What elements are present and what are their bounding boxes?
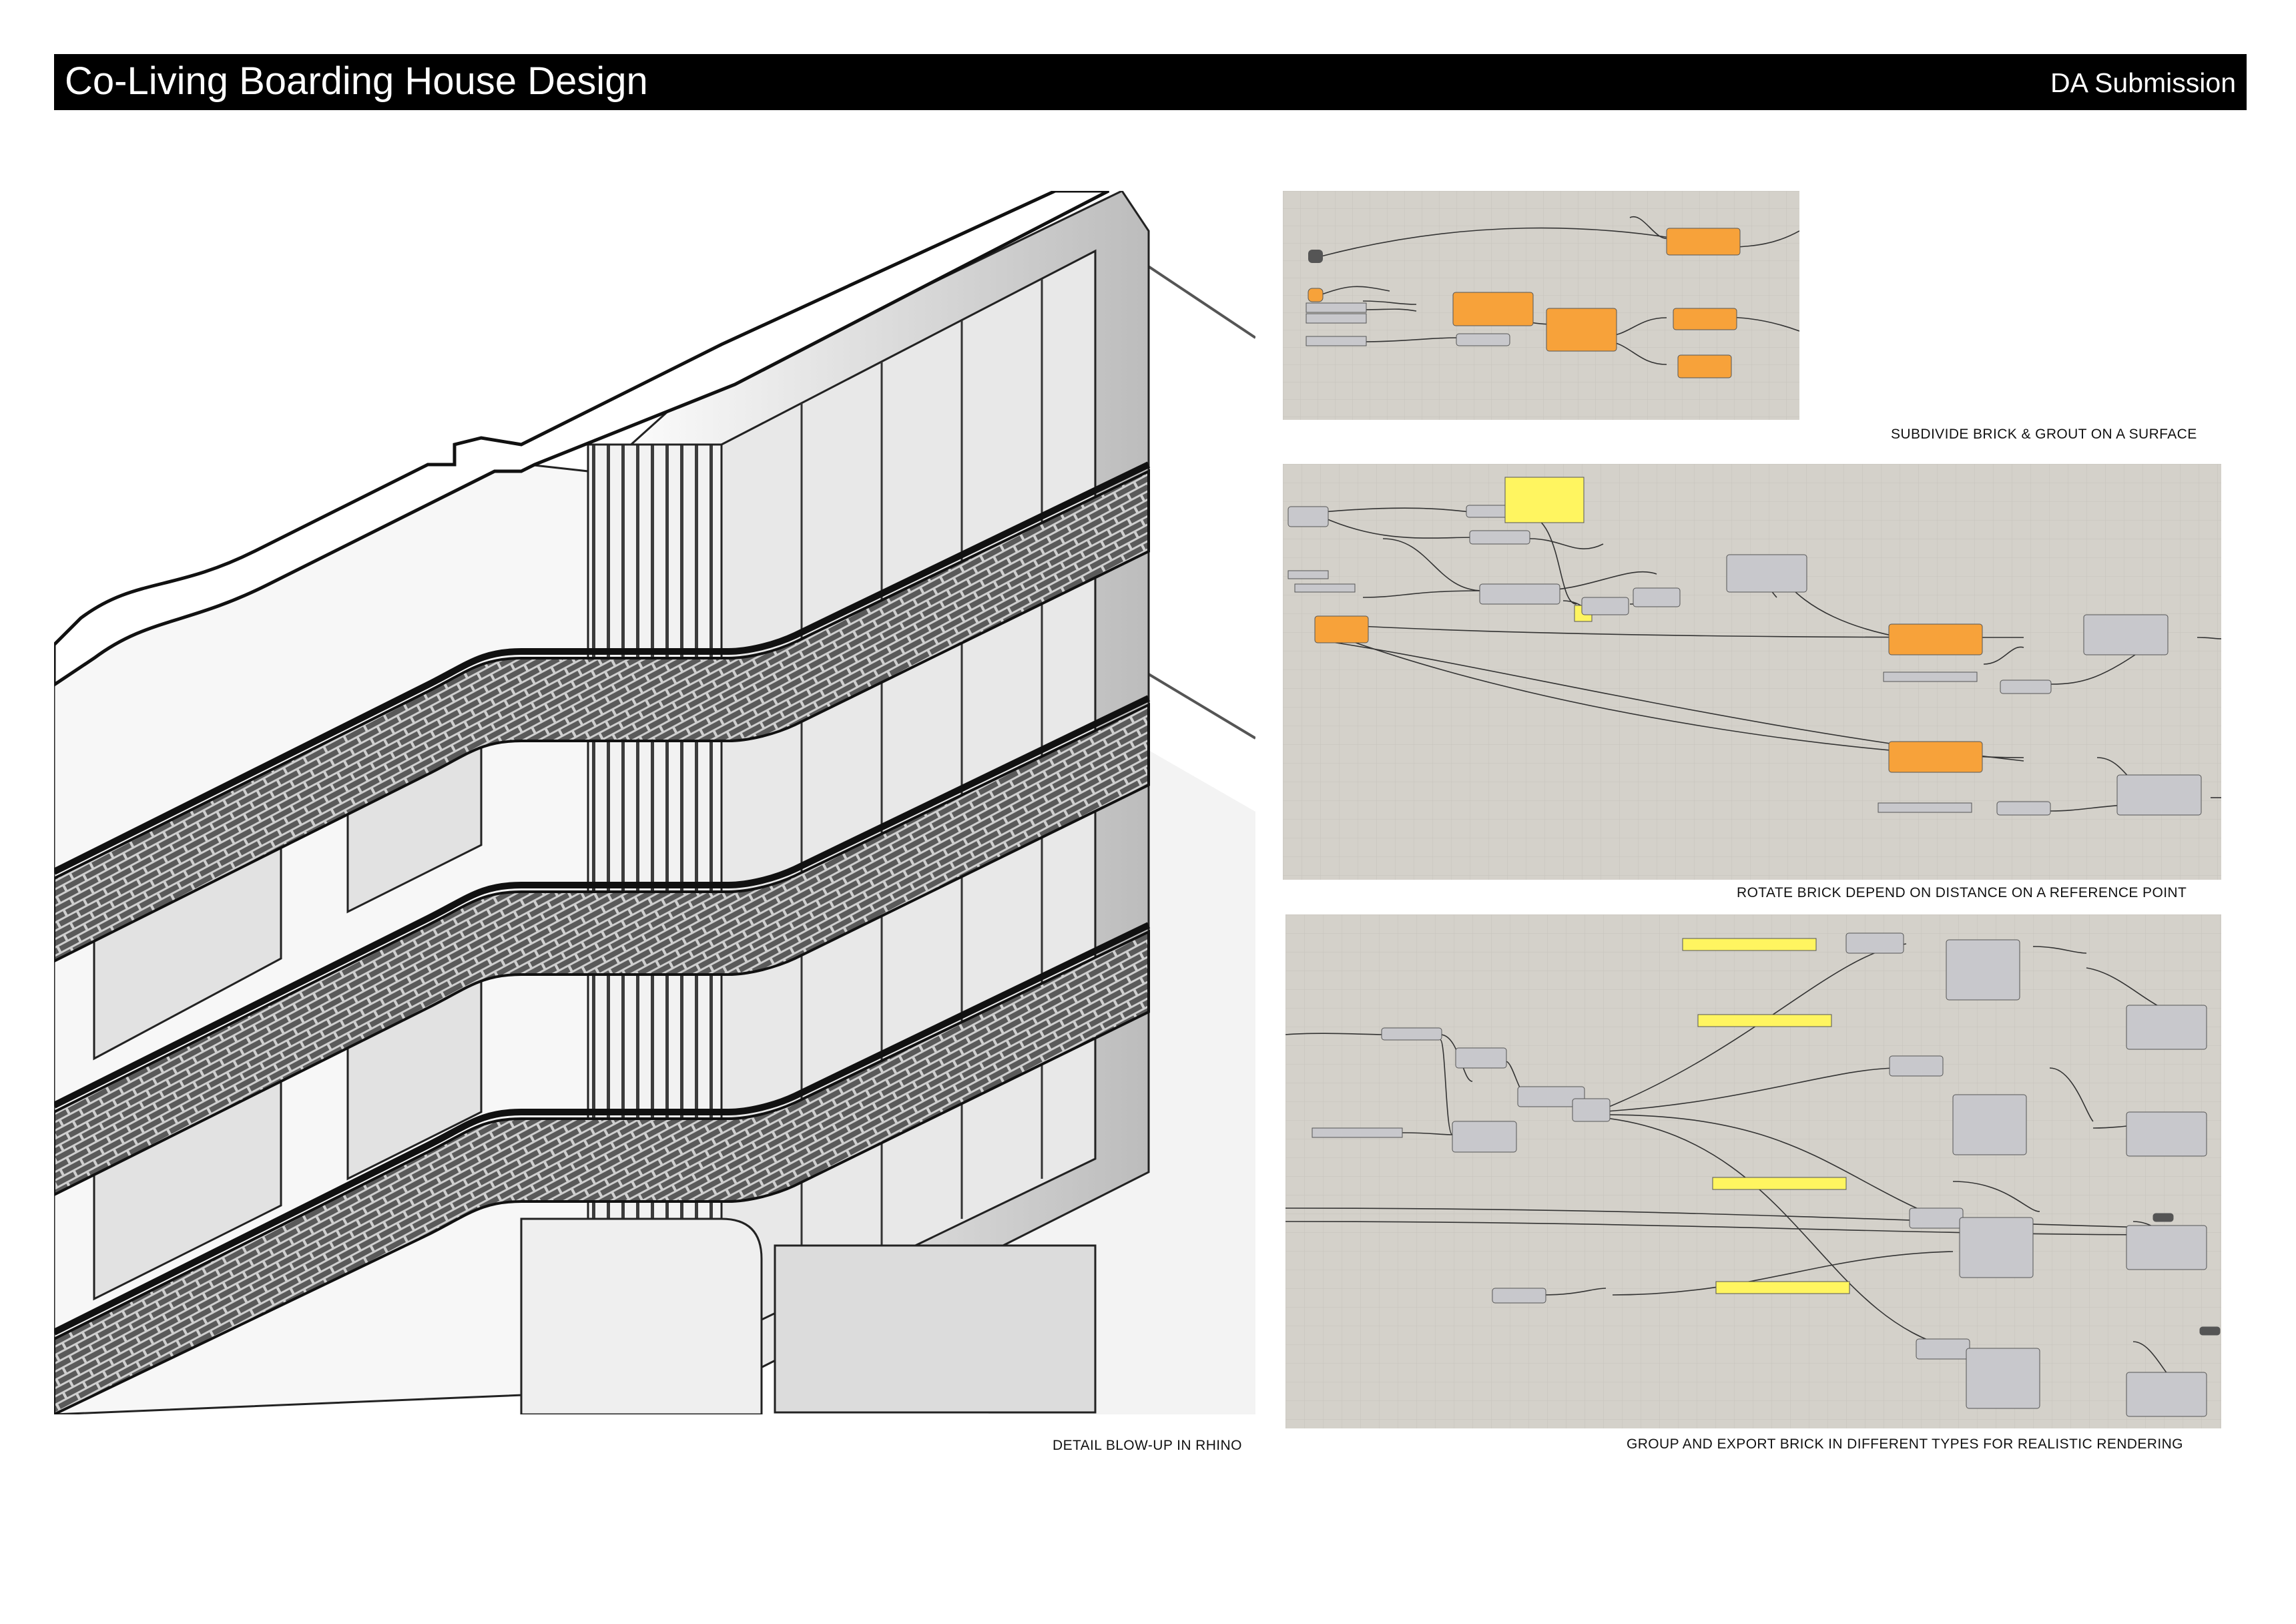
page-title: Co-Living Boarding House Design xyxy=(65,59,648,103)
page-subtitle: DA Submission xyxy=(2050,67,2236,98)
caption-group-export: GROUP AND EXPORT BRICK IN DIFFERENT TYPE… xyxy=(1627,1436,2183,1452)
grasshopper-canvas-group-export xyxy=(1285,914,2221,1428)
rhino-detail-image xyxy=(54,191,1255,1414)
caption-subdivide: SUBDIVIDE BRICK & GROUT ON A SURFACE xyxy=(1891,427,2197,442)
grasshopper-canvas-subdivide xyxy=(1283,191,1799,420)
caption-rotate: ROTATE BRICK DEPEND ON DISTANCE ON A REF… xyxy=(1737,885,2187,900)
grasshopper-canvas-rotate xyxy=(1283,464,2221,880)
rhino-detail-drawing xyxy=(54,191,1255,1414)
rotate-graph xyxy=(1283,464,2221,880)
title-bar: Co-Living Boarding House Design DA Submi… xyxy=(54,54,2247,110)
caption-rhino-detail: DETAIL BLOW-UP IN RHINO xyxy=(1053,1438,1242,1453)
group-export-graph xyxy=(1285,914,2221,1428)
subdivide-graph xyxy=(1283,191,1799,420)
